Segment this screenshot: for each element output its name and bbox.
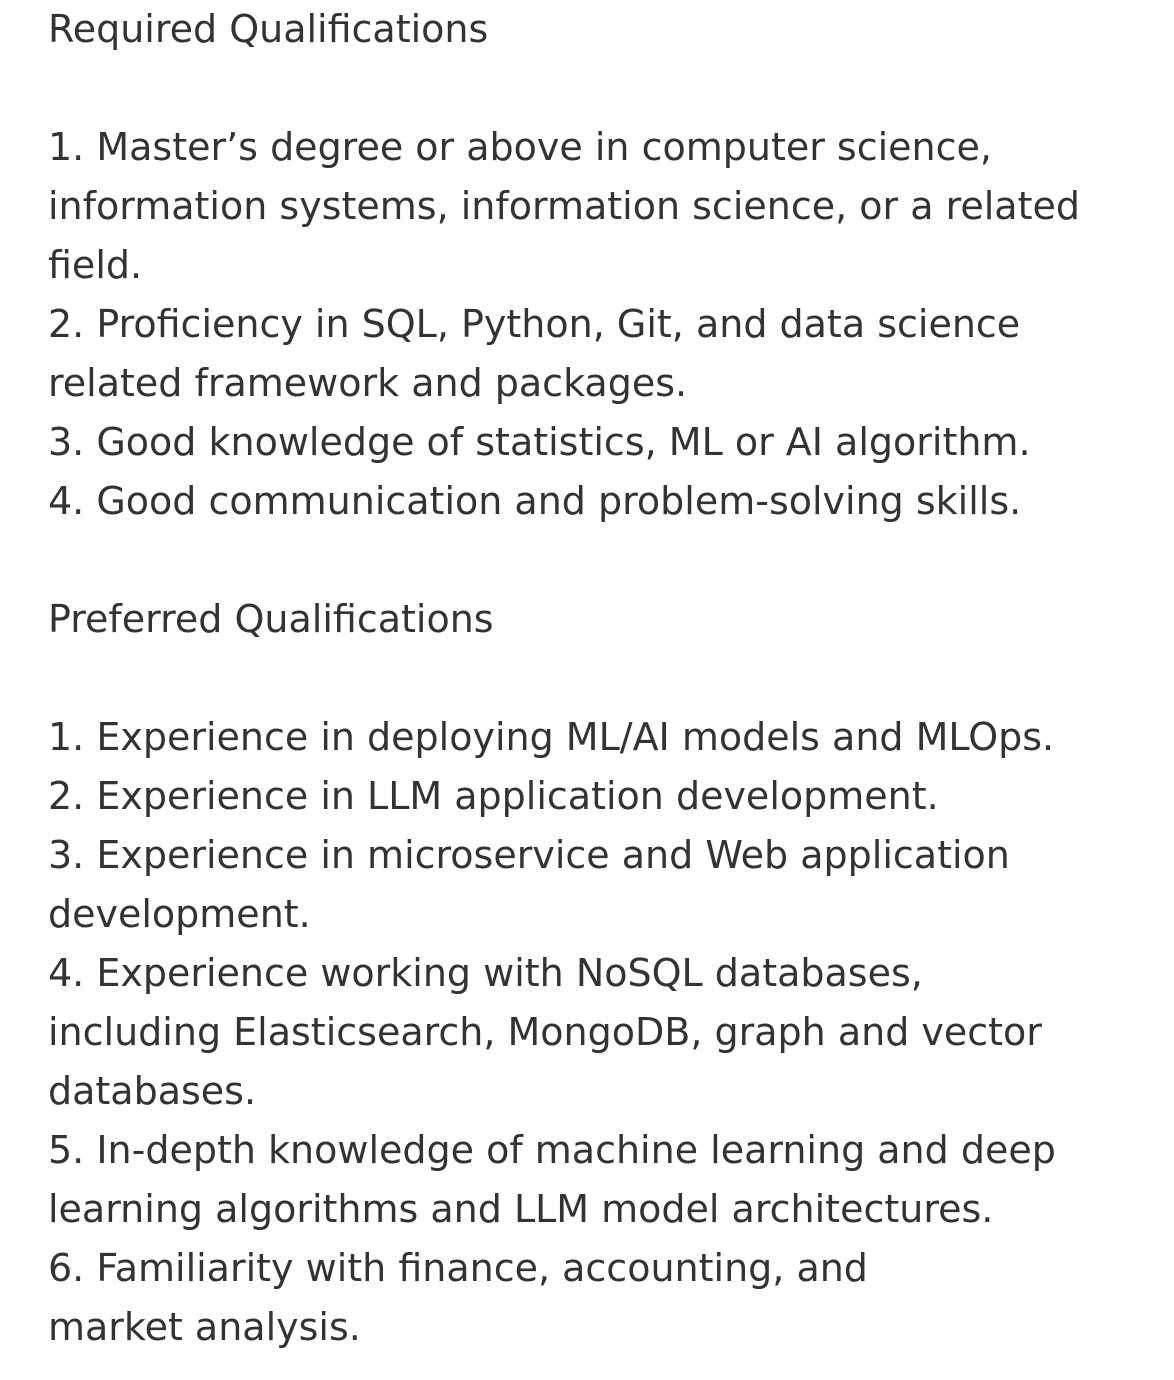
required-item-4: 4. Good communication and problem-solvin…	[48, 472, 1158, 531]
required-item-3-line-1: 3. Good knowledge of statistics, ML or A…	[48, 420, 1031, 464]
preferred-item-4-line-2: including Elasticsearch, MongoDB, graph …	[48, 1010, 1042, 1054]
preferred-item-2-line-1: 2. Experience in LLM application develop…	[48, 774, 939, 818]
preferred-qualifications-title: Preferred Qualifications	[48, 597, 494, 641]
preferred-item-6: 6. Familiarity with finance, accounting,…	[48, 1239, 1158, 1357]
required-item-2: 2. Proficiency in SQL, Python, Git, and …	[48, 295, 1158, 413]
preferred-item-4-line-1: 4. Experience working with NoSQL databas…	[48, 951, 923, 995]
required-item-3: 3. Good knowledge of statistics, ML or A…	[48, 413, 1158, 472]
required-item-2-line-1: 2. Proficiency in SQL, Python, Git, and …	[48, 302, 1021, 346]
preferred-item-4: 4. Experience working with NoSQL databas…	[48, 944, 1158, 1121]
preferred-item-2: 2. Experience in LLM application develop…	[48, 767, 1158, 826]
preferred-item-3-line-1: 3. Experience in microservice and Web ap…	[48, 833, 1010, 877]
required-item-1-line-2: information systems, information science…	[48, 184, 1080, 228]
preferred-item-4-line-3: databases.	[48, 1069, 257, 1113]
required-item-4-line-1: 4. Good communication and problem-solvin…	[48, 479, 1022, 523]
qualifications-document: Required Qualifications 1. Master’s degr…	[48, 0, 1158, 1357]
required-item-1-line-3: field.	[48, 243, 143, 287]
preferred-item-5-line-2: learning algorithms and LLM model archit…	[48, 1187, 994, 1231]
preferred-item-1-line-1: 1. Experience in deploying ML/AI models …	[48, 715, 1055, 759]
required-item-1: 1. Master’s degree or above in computer …	[48, 118, 1158, 295]
preferred-item-6-line-2: market analysis.	[48, 1305, 361, 1349]
preferred-item-3: 3. Experience in microservice and Web ap…	[48, 826, 1158, 944]
required-item-1-line-1: 1. Master’s degree or above in computer …	[48, 125, 992, 169]
preferred-item-5: 5. In-depth knowledge of machine learnin…	[48, 1121, 1158, 1239]
preferred-item-6-line-1: 6. Familiarity with finance, accounting,…	[48, 1246, 868, 1290]
preferred-item-5-line-1: 5. In-depth knowledge of machine learnin…	[48, 1128, 1056, 1172]
required-qualifications-title: Required Qualifications	[48, 7, 489, 51]
preferred-item-3-line-2: development.	[48, 892, 311, 936]
required-item-2-line-2: related framework and packages.	[48, 361, 688, 405]
preferred-item-1: 1. Experience in deploying ML/AI models …	[48, 708, 1158, 767]
